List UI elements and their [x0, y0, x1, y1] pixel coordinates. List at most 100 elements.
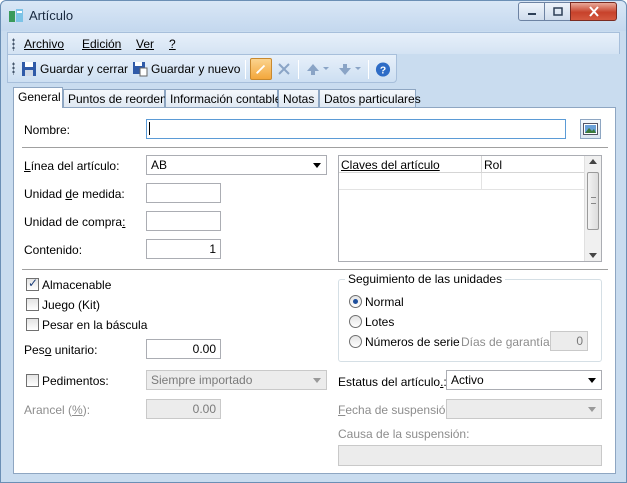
help-icon: ?	[375, 61, 391, 77]
menu-edicion[interactable]: Edición	[82, 37, 121, 51]
save-new-label: Guardar y nuevo	[151, 62, 241, 76]
chevron-up-icon	[589, 159, 597, 164]
chevron-down-icon	[355, 67, 361, 70]
arancel-input[interactable]: 0.00	[146, 399, 221, 419]
chevron-down-icon	[313, 163, 321, 168]
help-button[interactable]: ?	[372, 58, 394, 80]
toolbar-separator	[368, 60, 369, 79]
linea-label: Línea del artículo:	[24, 159, 120, 173]
delete-button[interactable]	[274, 58, 294, 80]
pedimentos-value: Siempre importado	[151, 373, 253, 387]
save-new-button[interactable]: Guardar y nuevo	[129, 58, 243, 80]
pedimentos-label: Pedimentos:	[42, 374, 109, 388]
image-icon	[583, 123, 598, 135]
save-close-button[interactable]: Guardar y cerrar	[18, 58, 131, 80]
radio-numeros-serie[interactable]	[349, 335, 362, 348]
close-icon	[588, 6, 599, 17]
column-claves[interactable]: Claves del artículo	[341, 158, 440, 172]
linea-value: AB	[151, 158, 168, 172]
separator	[22, 147, 608, 148]
menu-help[interactable]: ?	[169, 37, 176, 51]
save-new-icon	[133, 62, 148, 77]
item-window: Artículo Archivo Edición Ver ? Guardar y…	[0, 0, 627, 483]
radio-numeros-serie-label: Números de serie	[365, 335, 460, 349]
image-button[interactable]	[580, 119, 601, 139]
chevron-down-icon	[588, 378, 596, 383]
separator	[22, 269, 608, 270]
toolbar-separator	[298, 60, 299, 79]
pesar-checkbox[interactable]	[26, 318, 39, 331]
menu-grip[interactable]	[12, 38, 15, 51]
column-divider	[481, 156, 482, 173]
svg-text:?: ?	[380, 65, 386, 76]
claves-grid[interactable]: Claves del artículo Rol	[338, 155, 602, 262]
nombre-label: Nombre:	[24, 123, 71, 137]
unidad-compra-label: Unidad de compra:	[24, 215, 126, 229]
causa-suspension-input[interactable]	[338, 445, 602, 466]
move-down-button[interactable]	[335, 58, 365, 80]
arancel-label: Arancel (%):	[24, 403, 91, 417]
tab-informacion-contable[interactable]: Información contable	[165, 89, 281, 107]
estatus-value: Activo	[451, 373, 484, 387]
seguimiento-title: Seguimiento de las unidades	[345, 272, 506, 286]
cell-divider	[481, 173, 482, 190]
pesar-label: Pesar en la báscula	[42, 318, 148, 332]
chevron-down-icon	[323, 67, 329, 70]
garantia-label: Días de garantía:	[461, 335, 554, 349]
minimize-button[interactable]	[518, 2, 545, 21]
nombre-input[interactable]	[146, 119, 566, 139]
app-icon	[9, 9, 23, 22]
menu-bar: Archivo Edición Ver ?	[7, 32, 620, 54]
fecha-suspension-select[interactable]	[446, 399, 602, 419]
close-button[interactable]	[570, 2, 617, 21]
column-rol[interactable]: Rol	[484, 158, 502, 172]
estatus-label: Estatus del artículo.:	[338, 375, 447, 389]
pencil-icon	[256, 64, 266, 74]
move-up-button[interactable]	[303, 58, 333, 80]
chevron-down-icon	[313, 378, 321, 383]
toolbar: Guardar y cerrar Guardar y nuevo ?	[7, 54, 397, 83]
radio-normal-label: Normal	[365, 295, 404, 309]
minimize-icon	[527, 12, 536, 15]
radio-normal[interactable]	[349, 295, 362, 308]
radio-lotes[interactable]	[349, 315, 362, 328]
edit-button[interactable]	[250, 58, 272, 80]
garantia-input[interactable]: 0	[550, 331, 588, 351]
arrow-down-icon	[339, 64, 351, 75]
save-close-label: Guardar y cerrar	[40, 62, 129, 76]
peso-label: Peso unitario:	[24, 343, 98, 357]
pedimentos-checkbox[interactable]	[26, 374, 39, 387]
linea-select[interactable]: AB	[146, 155, 327, 175]
tab-general[interactable]: General	[13, 87, 63, 108]
contenido-label: Contenido:	[24, 243, 83, 257]
estatus-select[interactable]: Activo	[446, 370, 602, 390]
maximize-icon	[552, 7, 563, 16]
unidad-medida-input[interactable]	[146, 183, 221, 203]
maximize-button[interactable]	[544, 2, 571, 21]
title-bar[interactable]: Artículo	[1, 1, 626, 31]
general-panel: Nombre: Línea del artículo: AB Unidad de…	[13, 107, 616, 474]
tab-datos-particulares[interactable]: Datos particulares	[319, 89, 421, 107]
tab-puntos-reorden[interactable]: Puntos de reorden	[63, 89, 167, 107]
causa-suspension-label: Causa de la suspensión:	[338, 427, 470, 441]
arrow-up-icon	[307, 64, 319, 75]
almacenable-checkbox[interactable]	[26, 276, 39, 291]
fecha-suspension-label: Fecha de suspensión:	[338, 403, 456, 417]
toolbar-grip[interactable]	[12, 62, 15, 75]
juego-label: Juego (Kit)	[42, 298, 101, 312]
chevron-down-icon	[589, 253, 597, 258]
peso-input[interactable]: 0.00	[146, 339, 221, 359]
grid-scrollbar[interactable]	[584, 156, 601, 261]
text-cursor	[149, 122, 150, 135]
contenido-input[interactable]: 1	[146, 239, 221, 259]
grip-lines	[591, 197, 596, 204]
pedimentos-select[interactable]: Siempre importado	[146, 370, 327, 390]
menu-ver[interactable]: Ver	[136, 37, 154, 51]
tab-notas[interactable]: Notas	[278, 89, 319, 107]
scroll-thumb[interactable]	[587, 172, 599, 230]
juego-checkbox[interactable]	[26, 298, 39, 311]
unidad-compra-input[interactable]	[146, 211, 221, 231]
table-row[interactable]	[339, 173, 585, 190]
menu-archivo[interactable]: Archivo	[24, 37, 64, 51]
grid-header: Claves del artículo Rol	[339, 156, 585, 173]
